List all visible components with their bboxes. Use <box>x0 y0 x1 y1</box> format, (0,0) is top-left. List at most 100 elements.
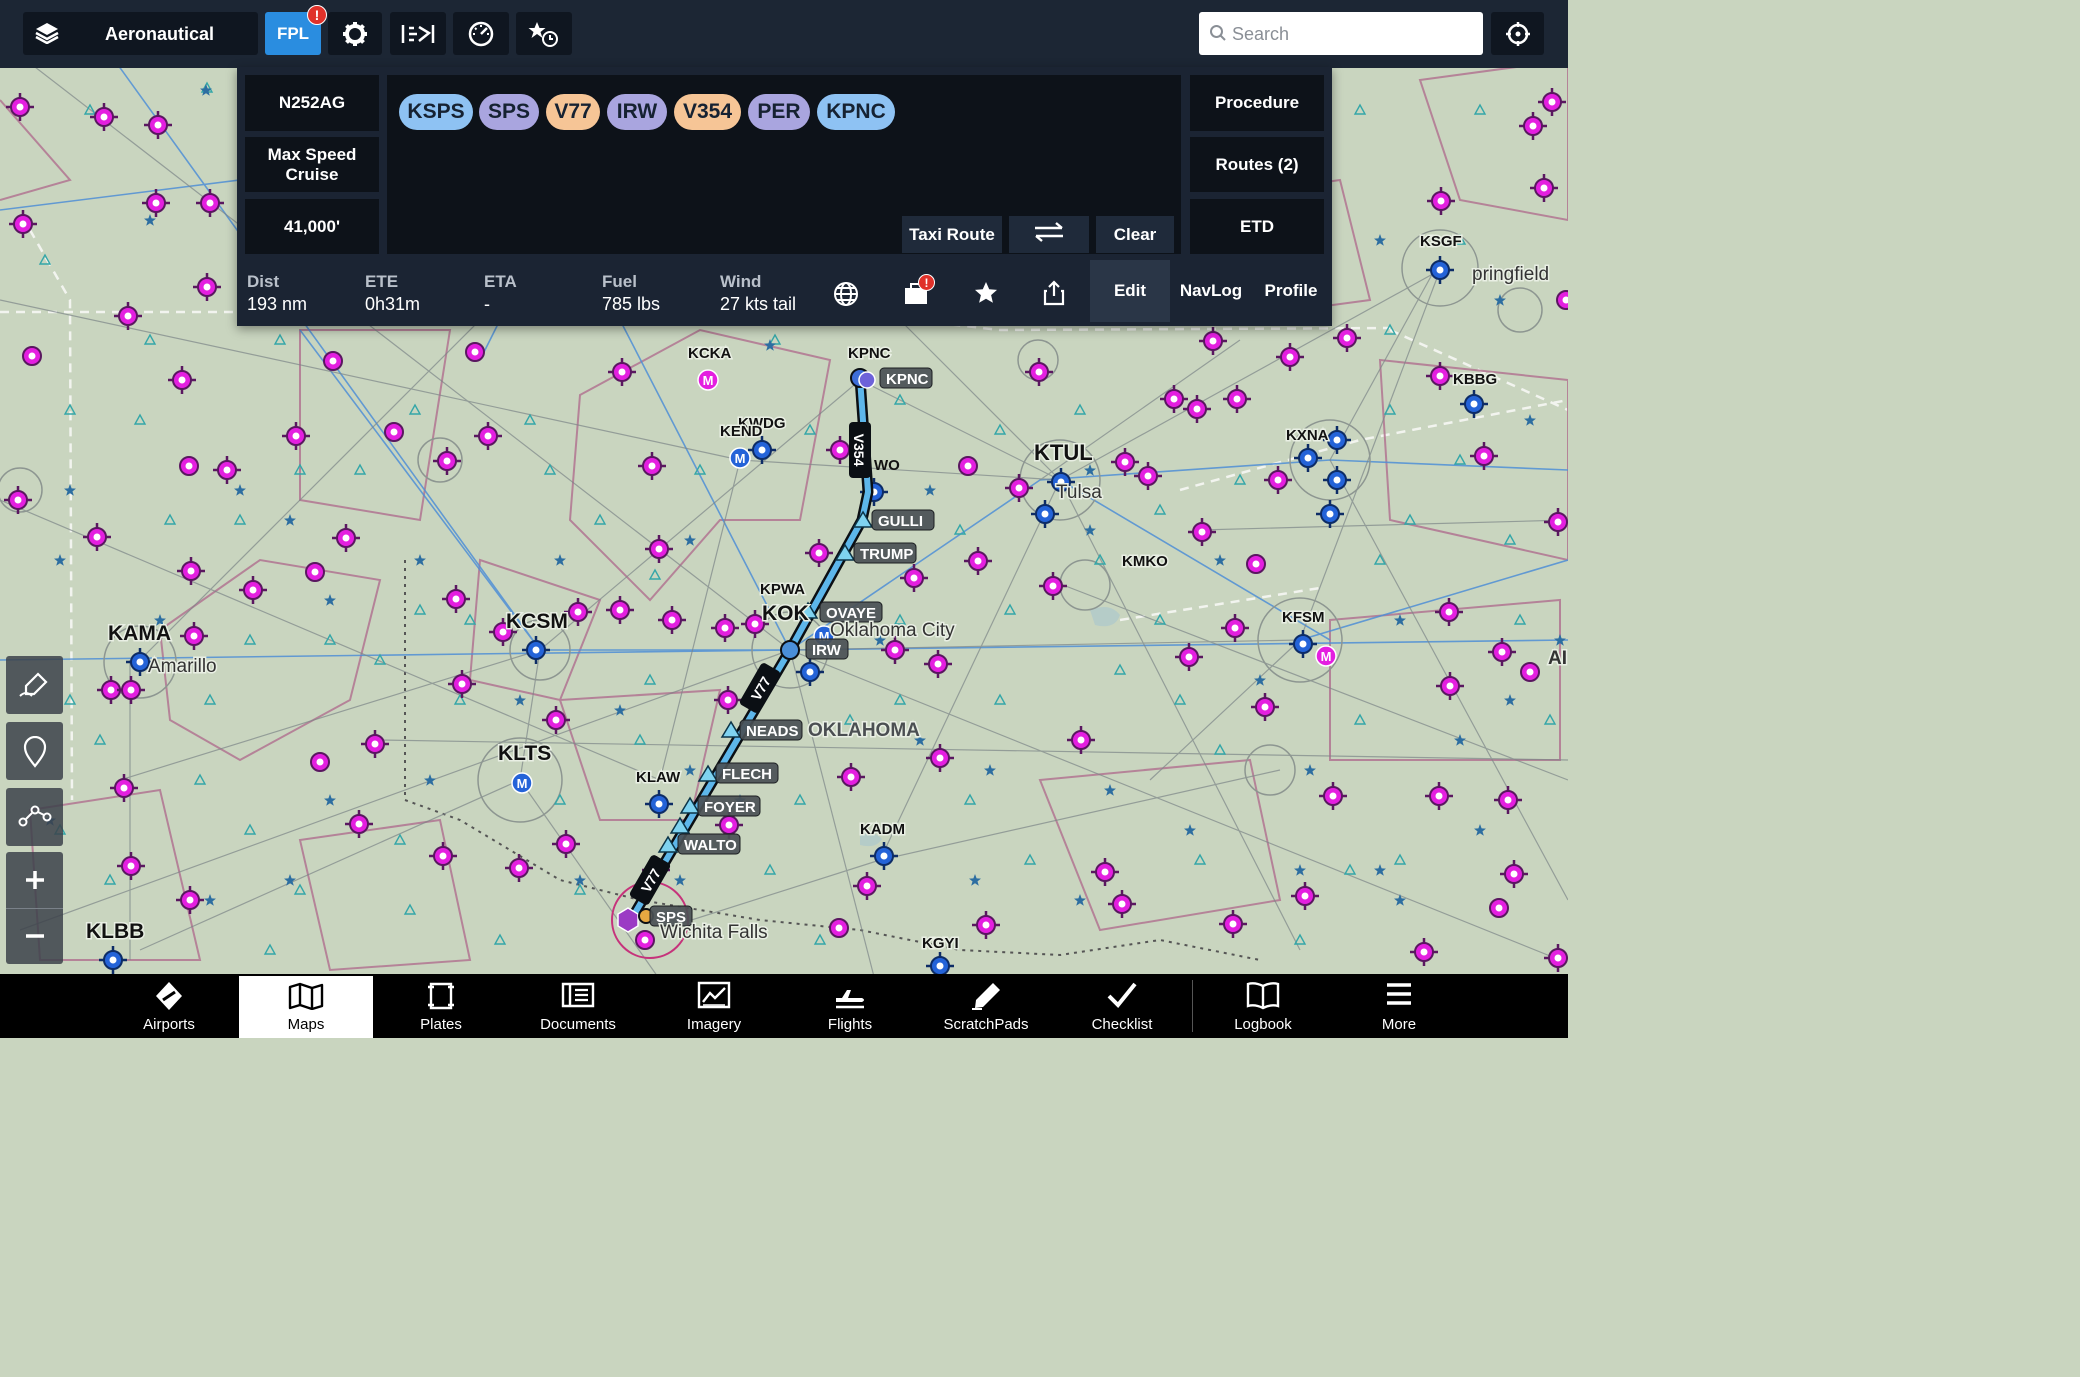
star-icon[interactable] <box>973 280 999 311</box>
routes-button[interactable]: Routes (2) <box>1190 137 1324 192</box>
map-label: KLAW <box>636 769 681 786</box>
route-chip-airway[interactable]: V77 <box>546 94 600 130</box>
svg-text:V354: V354 <box>851 434 867 467</box>
svg-text:TRUMP: TRUMP <box>860 546 913 563</box>
layers-icon <box>35 22 59 44</box>
pin-tool-button[interactable] <box>6 722 63 780</box>
draw-tool-button[interactable] <box>6 656 63 714</box>
route-chip-airway[interactable]: V354 <box>674 94 741 130</box>
svg-text:FLECH: FLECH <box>722 766 772 783</box>
locate-button[interactable] <box>1491 12 1544 55</box>
map-label: KOK <box>762 602 809 625</box>
route-chip-navaid[interactable]: SPS <box>479 94 539 130</box>
map-label: Tulsa <box>1056 482 1102 503</box>
military-airport-badge[interactable]: M <box>729 447 751 469</box>
airport-marker[interactable] <box>323 351 343 371</box>
airport-marker[interactable] <box>179 456 199 476</box>
clear-route-button[interactable]: Clear <box>1096 216 1174 253</box>
zoom-out-icon[interactable] <box>6 916 63 956</box>
tab-maps[interactable]: Maps <box>239 976 373 1038</box>
search-box[interactable] <box>1199 12 1483 55</box>
airport-marker[interactable] <box>1489 898 1509 918</box>
aircraft-tail: N252AG <box>278 93 346 112</box>
taxi-route-button[interactable]: Taxi Route <box>902 216 1002 253</box>
map-label: KTUL <box>1034 440 1093 465</box>
route-waypoint-label: TRUMP <box>853 542 917 564</box>
altitude-selector[interactable]: 41,000' <box>245 199 379 254</box>
settings-button[interactable] <box>328 12 382 55</box>
route-editor[interactable]: KSPS SPS V77 IRW V354 PER KPNC Taxi Rout… <box>387 75 1181 254</box>
flight-plan-stats: Dist 193 nm ETE 0h31m ETA - Fuel 785 lbs… <box>237 260 1332 326</box>
airports-icon <box>156 982 182 1010</box>
procedure-button[interactable]: Procedure <box>1190 75 1324 131</box>
tab-separator <box>1192 980 1193 1032</box>
airport-marker[interactable] <box>384 422 404 442</box>
tab-logbook[interactable]: Logbook <box>1196 974 1330 1038</box>
map-label: KLTS <box>498 742 551 765</box>
route-chip-airport[interactable]: KSPS <box>399 94 473 130</box>
airport-marker[interactable] <box>22 346 42 366</box>
stat-fuel: Fuel 785 lbs <box>602 272 660 315</box>
share-icon[interactable] <box>1042 280 1066 311</box>
airport-marker[interactable] <box>305 562 325 582</box>
tab-flights[interactable]: Flights <box>783 974 917 1038</box>
tab-navlog[interactable]: NavLog <box>1171 260 1251 322</box>
tab-scratchpads[interactable]: ScratchPads <box>919 974 1053 1038</box>
etd-button[interactable]: ETD <box>1190 199 1324 254</box>
reverse-route-button[interactable] <box>1009 216 1089 253</box>
route-chip-navaid[interactable]: PER <box>748 94 810 130</box>
instruments-button[interactable] <box>453 12 509 55</box>
military-airport-badge[interactable]: M <box>511 772 533 794</box>
pack-icon[interactable]: ! <box>903 274 935 311</box>
performance-profile-selector[interactable]: Max Speed Cruise <box>245 137 379 192</box>
favorites-recent-button[interactable] <box>516 12 572 55</box>
svg-text:M: M <box>703 373 714 388</box>
search-input[interactable] <box>1232 21 1472 47</box>
tab-checklist[interactable]: Checklist <box>1055 974 1189 1038</box>
stat-ete: ETE 0h31m <box>365 272 420 315</box>
airport-marker[interactable] <box>1556 290 1568 310</box>
fpl-alert-badge: ! <box>307 5 327 25</box>
military-airport-badge[interactable]: M <box>1315 645 1337 667</box>
stat-value: 785 lbs <box>602 294 661 314</box>
airport-marker[interactable] <box>1246 554 1266 574</box>
tab-label: More <box>1381 1016 1417 1033</box>
top-toolbar: Aeronautical FPL ! <box>0 0 1568 68</box>
airport-marker[interactable] <box>635 930 655 950</box>
stat-label: Dist <box>247 272 280 291</box>
map-label: KGYI <box>922 935 959 952</box>
tab-airports[interactable]: Airports <box>102 974 236 1038</box>
tab-documents[interactable]: Documents <box>511 974 645 1038</box>
route-waypoint-label: FOYER <box>697 795 761 817</box>
route-waypoint-label: OVAYE <box>819 601 883 623</box>
gauge-icon <box>467 20 495 48</box>
tab-label: Imagery <box>686 1016 742 1033</box>
globe-icon[interactable] <box>832 280 860 313</box>
route-chip-navaid[interactable]: IRW <box>607 94 667 130</box>
military-airport-badge[interactable]: M <box>697 369 719 391</box>
fpl-button[interactable]: FPL ! <box>265 5 327 55</box>
airport-marker[interactable] <box>310 752 330 772</box>
map-layer-selector[interactable]: Aeronautical <box>23 12 258 55</box>
svg-text:M: M <box>1321 649 1332 664</box>
route-tool-button[interactable] <box>6 788 63 846</box>
aircraft-selector[interactable]: N252AG <box>245 75 379 131</box>
tab-profile[interactable]: Profile <box>1251 260 1331 322</box>
flight-plan-panel: N252AG Max Speed Cruise 41,000' KSPS SPS… <box>237 67 1332 326</box>
scratchpads-icon <box>972 983 1000 1010</box>
tab-imagery[interactable]: Imagery <box>647 974 781 1038</box>
tab-more[interactable]: More <box>1332 974 1466 1038</box>
tab-plates[interactable]: Plates <box>374 974 508 1038</box>
performance-line1: Max Speed <box>267 144 357 164</box>
airport-marker[interactable] <box>829 918 849 938</box>
zoom-in-icon[interactable] <box>6 860 63 900</box>
route-chip-airport[interactable]: KPNC <box>817 94 895 130</box>
airport-marker[interactable] <box>1520 662 1540 682</box>
tab-edit[interactable]: Edit <box>1090 260 1170 322</box>
stat-distance: Dist 193 nm <box>247 272 307 315</box>
weather-imagery-button[interactable] <box>390 12 446 55</box>
route-waypoint-label: GULLI <box>871 509 935 531</box>
airport-marker[interactable] <box>465 342 485 362</box>
weather-imagery-icon <box>401 23 435 45</box>
airport-marker[interactable] <box>958 456 978 476</box>
